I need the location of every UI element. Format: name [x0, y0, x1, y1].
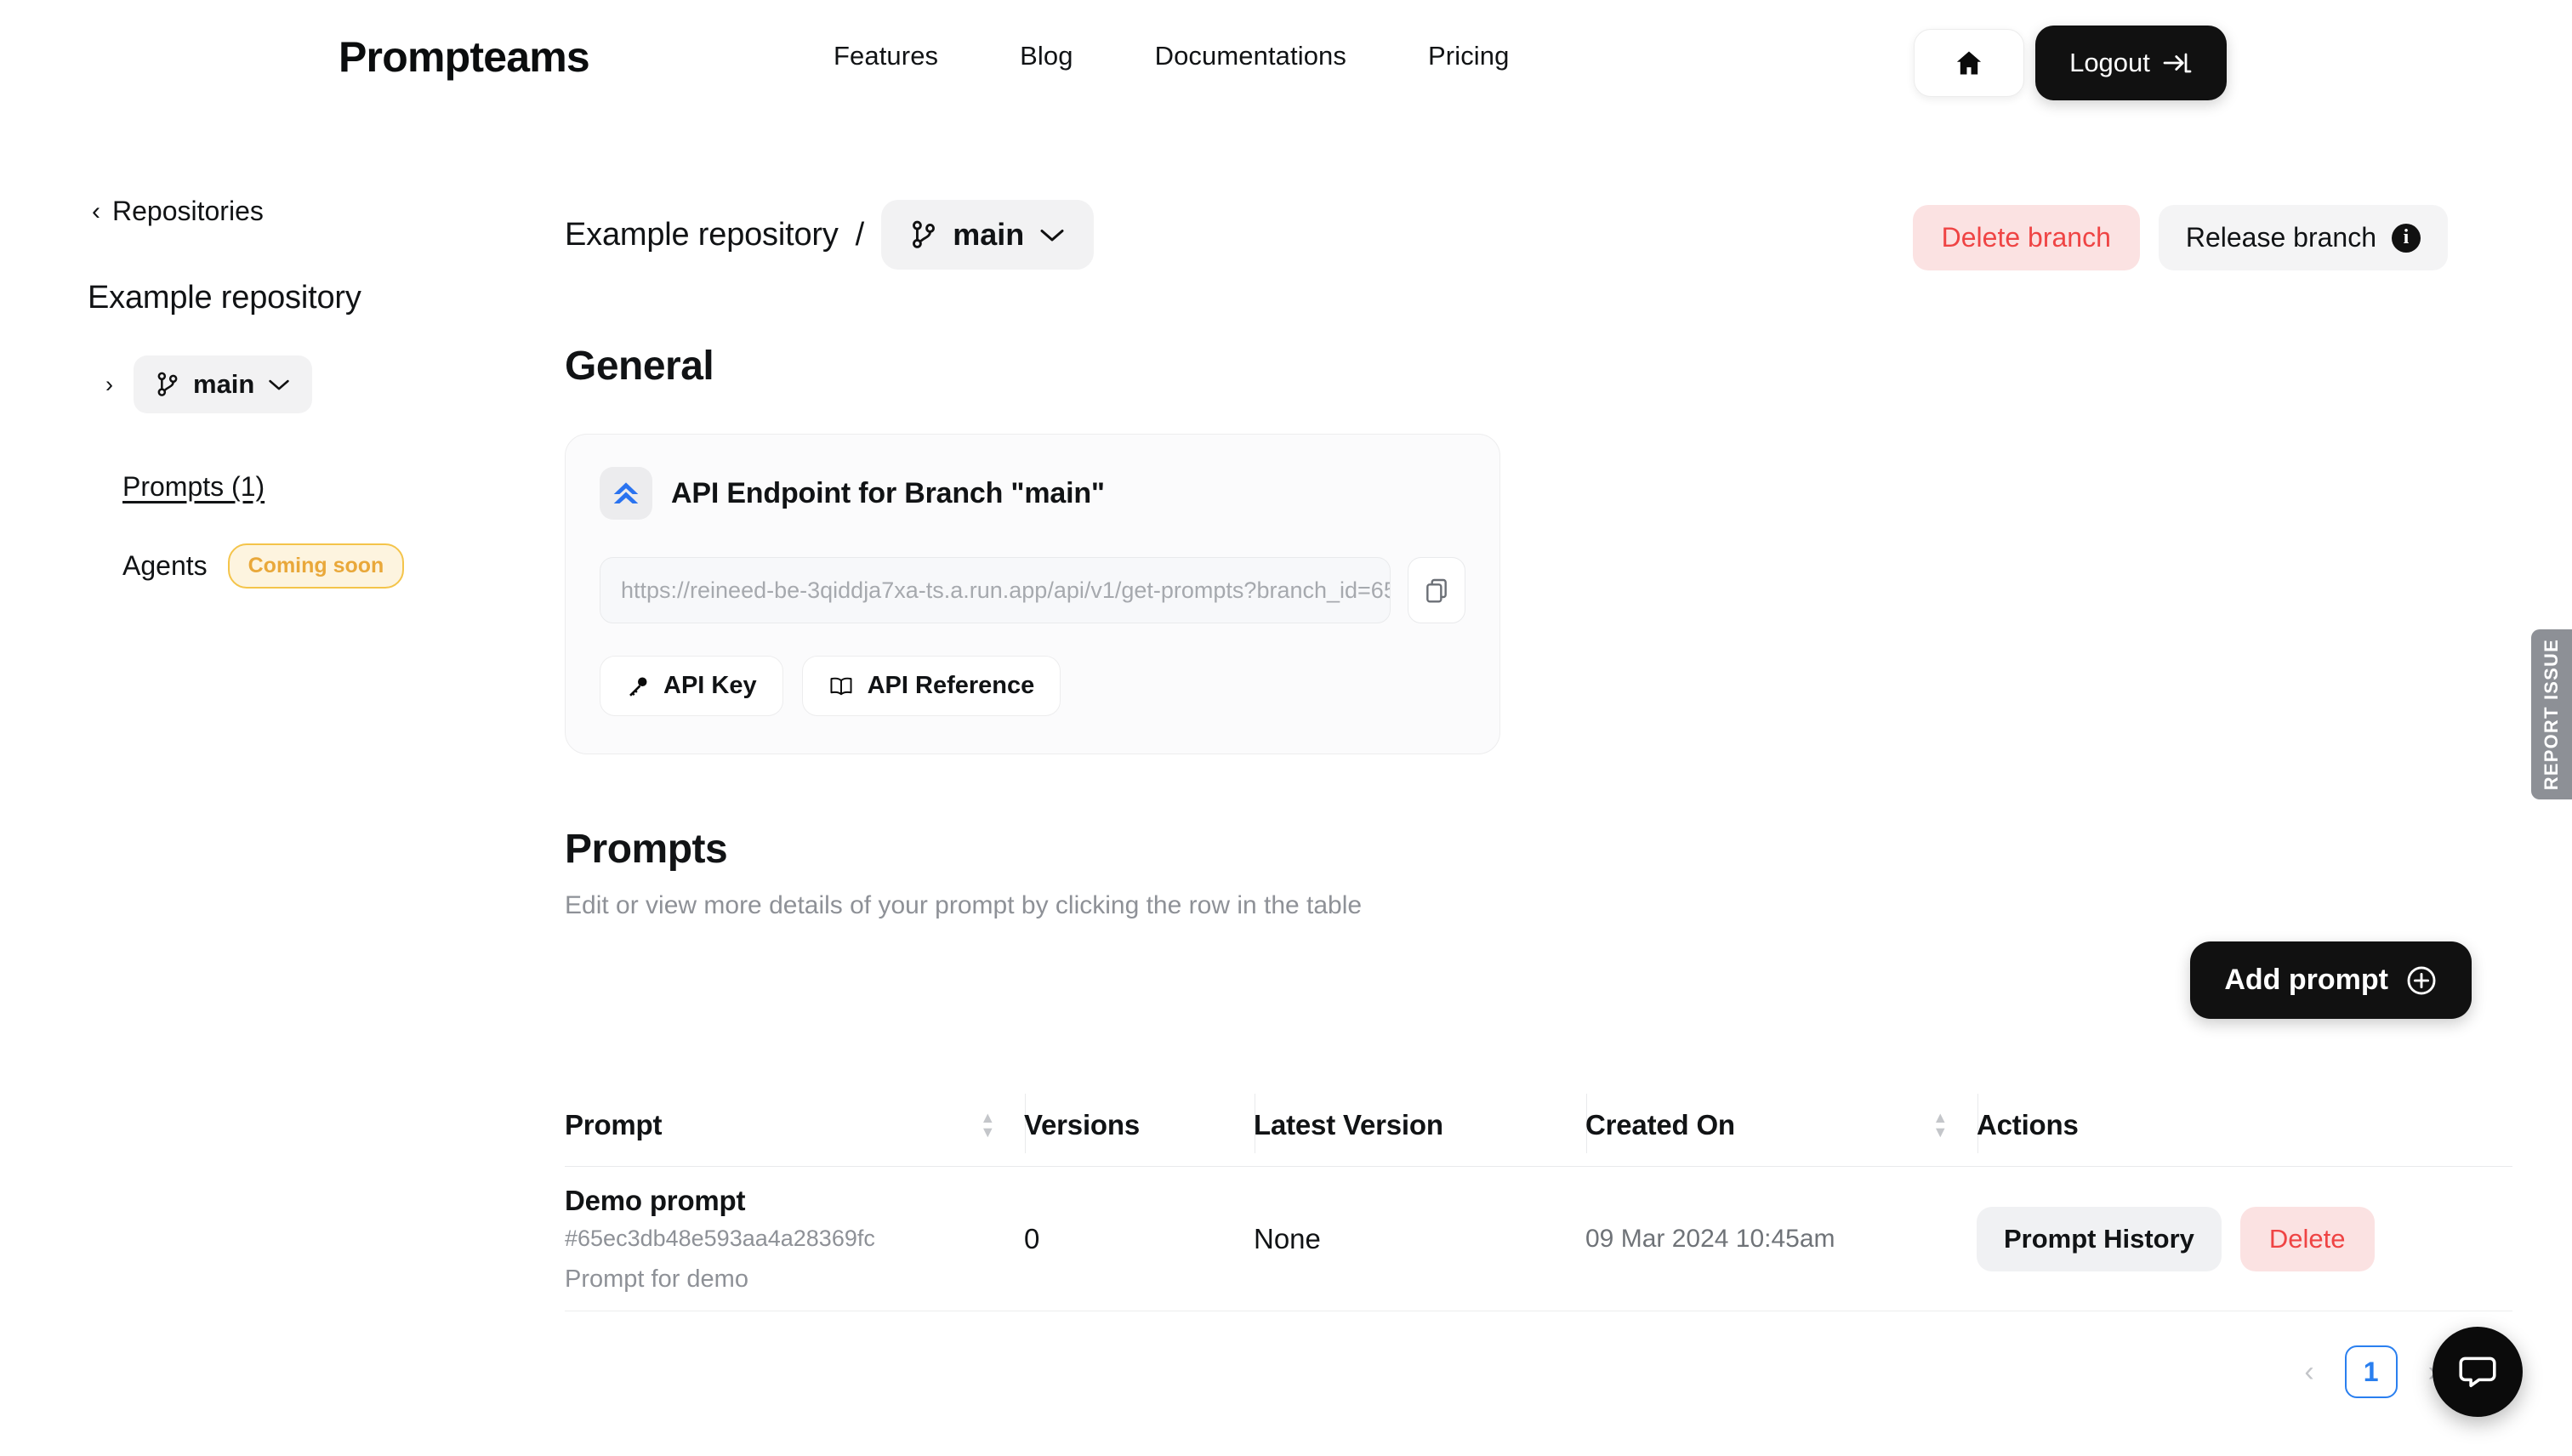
cell-latest-version: None: [1254, 1222, 1321, 1254]
api-reference-button[interactable]: API Reference: [801, 656, 1061, 716]
branch-actions: Delete branch Release branch i: [1912, 205, 2448, 270]
nav-item-features[interactable]: Features: [834, 41, 938, 71]
logout-button[interactable]: Logout: [2035, 26, 2227, 100]
api-endpoint-card: API Endpoint for Branch "main" https://r…: [565, 434, 1500, 754]
info-icon[interactable]: i: [2392, 223, 2421, 253]
column-label-actions: Actions: [1977, 1108, 2079, 1140]
logout-label: Logout: [2069, 48, 2150, 77]
api-endpoint-card-header: API Endpoint for Branch "main": [600, 467, 1465, 520]
table-row[interactable]: Demo prompt #65ec3db48e593aa4a28369fc Pr…: [565, 1167, 2512, 1311]
top-navigation-bar: Prompteams Features Blog Documentations …: [0, 0, 2572, 126]
prompts-subtitle: Edit or view more details of your prompt…: [565, 891, 1363, 919]
primary-nav: Features Blog Documentations Pricing: [834, 41, 1509, 71]
chat-widget-button[interactable]: [2433, 1327, 2523, 1417]
pagination: ‹ 1 ›: [565, 1345, 2512, 1398]
copy-icon: [1426, 578, 1447, 603]
api-endpoint-buttons: API Key API Reference: [600, 656, 1465, 716]
sidebar: ‹ Repositories Example repository › main…: [0, 196, 544, 589]
api-key-button[interactable]: API Key: [600, 656, 783, 716]
home-icon: [1956, 51, 1982, 75]
api-endpoint-url-row: https://reineed-be-3qiddja7xa-ts.a.run.a…: [600, 557, 1465, 623]
sidebar-item-agents[interactable]: Agents Coming soon: [122, 543, 544, 589]
chevron-left-icon: ‹: [92, 196, 100, 225]
api-key-label: API Key: [663, 672, 757, 699]
prompts-table-header: Prompt ▲ ▼ Versions Latest Version Create…: [565, 1083, 2512, 1167]
sidebar-agents-label: Agents: [122, 550, 208, 581]
main-content: Example repository / main Delete branch …: [565, 200, 2512, 1398]
chevron-down-icon: [269, 379, 290, 390]
sidebar-branch-selector[interactable]: main: [134, 355, 313, 413]
pagination-page-1[interactable]: 1: [2344, 1345, 2398, 1398]
column-label-latest-version: Latest Version: [1254, 1108, 1443, 1140]
cell-prompt: Demo prompt #65ec3db48e593aa4a28369fc Pr…: [565, 1185, 1024, 1294]
column-header-latest-version: Latest Version: [1254, 1093, 1587, 1153]
sidebar-repo-title: Example repository: [88, 280, 361, 316]
breadcrumb-repo[interactable]: Example repository: [565, 217, 839, 253]
brand-logo[interactable]: Prompteams: [339, 32, 590, 82]
column-label-prompt: Prompt: [565, 1108, 663, 1140]
column-label-versions: Versions: [1024, 1108, 1140, 1140]
breadcrumb-separator: /: [855, 216, 865, 253]
prompt-name: Demo prompt: [565, 1184, 746, 1216]
breadcrumb-branch-selector[interactable]: main: [881, 200, 1095, 270]
api-endpoint-url-input[interactable]: https://reineed-be-3qiddja7xa-ts.a.run.a…: [600, 557, 1391, 623]
column-header-versions: Versions: [1024, 1093, 1255, 1153]
copy-endpoint-button[interactable]: [1408, 557, 1465, 623]
prompts-table: Prompt ▲ ▼ Versions Latest Version Create…: [565, 1083, 2512, 1398]
cell-created-on: 09 Mar 2024 10:45am: [1585, 1224, 1835, 1253]
column-label-created-on: Created On: [1585, 1108, 1735, 1140]
prompt-id: #65ec3db48e593aa4a28369fc: [565, 1225, 875, 1251]
release-branch-button[interactable]: Release branch i: [2158, 205, 2448, 270]
api-endpoint-title: API Endpoint for Branch "main": [671, 476, 1105, 509]
nav-item-blog[interactable]: Blog: [1020, 41, 1073, 71]
report-issue-label: REPORT ISSUE: [2541, 638, 2562, 791]
pagination-prev-button[interactable]: ‹: [2296, 1351, 2322, 1394]
chevron-down-icon: [1040, 230, 1064, 242]
sort-created-on-icon[interactable]: ▲ ▼: [1932, 1109, 1948, 1140]
logout-arrow-icon: [2163, 53, 2192, 73]
git-branch-icon: [913, 220, 936, 248]
sidebar-branch-row: › main: [105, 355, 544, 413]
coming-soon-badge: Coming soon: [227, 543, 405, 589]
general-heading: General: [565, 344, 714, 389]
cell-actions: Prompt History Delete: [1977, 1206, 2512, 1271]
add-prompt-label: Add prompt: [2224, 964, 2388, 996]
nav-item-documentations[interactable]: Documentations: [1155, 41, 1346, 71]
sidebar-branch-name: main: [193, 369, 255, 399]
cell-versions: 0: [1024, 1222, 1040, 1254]
column-header-created-on[interactable]: Created On ▲ ▼: [1585, 1093, 1978, 1153]
sidebar-back-label: Repositories: [112, 196, 264, 226]
prompt-description: Prompt for demo: [565, 1265, 748, 1293]
delete-branch-button[interactable]: Delete branch: [1912, 205, 2140, 270]
prompt-history-button[interactable]: Prompt History: [1977, 1206, 2222, 1271]
column-header-prompt[interactable]: Prompt ▲ ▼: [565, 1093, 1026, 1153]
git-branch-icon: [157, 372, 178, 396]
key-icon: [629, 677, 647, 697]
column-header-actions: Actions: [1977, 1109, 2512, 1141]
api-reference-label: API Reference: [867, 672, 1035, 699]
chat-bubble-icon: [2459, 1356, 2496, 1388]
home-button[interactable]: [1914, 29, 2024, 97]
sort-prompt-icon[interactable]: ▲ ▼: [980, 1109, 995, 1140]
nav-item-pricing[interactable]: Pricing: [1428, 41, 1509, 71]
sidebar-item-prompts[interactable]: Prompts (1): [122, 471, 265, 503]
report-issue-tab[interactable]: REPORT ISSUE: [2531, 629, 2572, 799]
book-icon: [830, 677, 852, 695]
sidebar-back-to-repositories[interactable]: ‹ Repositories: [92, 196, 544, 227]
add-prompt-button[interactable]: Add prompt: [2190, 941, 2472, 1019]
release-branch-label: Release branch: [2185, 222, 2376, 253]
delete-prompt-button[interactable]: Delete: [2239, 1206, 2375, 1271]
breadcrumb-branch-name: main: [953, 217, 1025, 252]
plus-circle-icon: [2407, 966, 2436, 994]
chevron-right-icon[interactable]: ›: [105, 372, 113, 398]
double-chevron-up-icon: [600, 467, 652, 520]
prompts-heading: Prompts: [565, 827, 728, 872]
